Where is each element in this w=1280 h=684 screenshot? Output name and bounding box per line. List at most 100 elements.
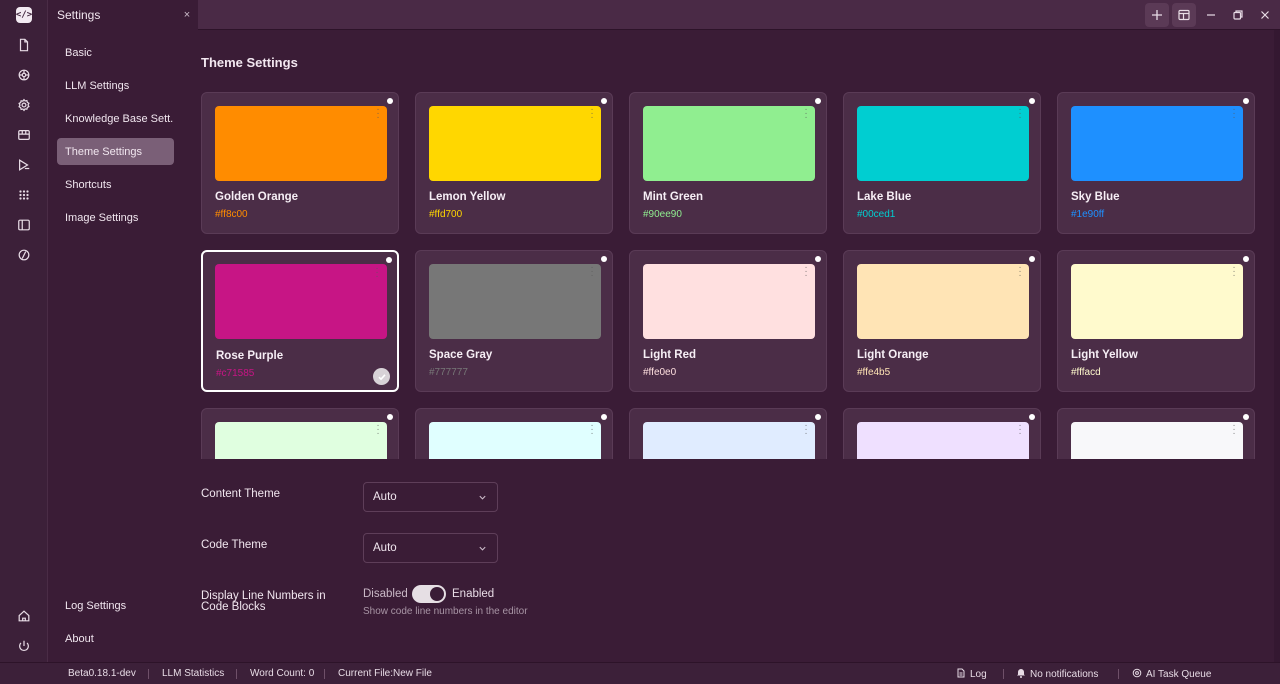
- theme-swatch: [1071, 106, 1243, 181]
- sidebar-item-basic[interactable]: Basic: [57, 39, 174, 66]
- tasks-icon[interactable]: [14, 155, 34, 175]
- theme-card[interactable]: · · ·: [1057, 408, 1255, 459]
- theme-name: Light Red: [643, 349, 697, 361]
- theme-swatch: [215, 106, 387, 181]
- theme-card[interactable]: · · ·: [629, 408, 827, 459]
- more-options-icon[interactable]: · · ·: [803, 263, 809, 281]
- theme-hex: #c71585: [216, 368, 255, 379]
- theme-card[interactable]: · · · Sky Blue #1e90ff: [1057, 92, 1255, 234]
- line-numbers-toggle[interactable]: [412, 585, 446, 603]
- status-divider: [148, 669, 149, 679]
- new-tab-button[interactable]: [1145, 3, 1169, 27]
- theme-card[interactable]: · · · Rose Purple #c71585: [201, 250, 399, 392]
- sidebar-item-image-settings[interactable]: Image Settings: [57, 204, 174, 231]
- sidebar-item-shortcuts[interactable]: Shortcuts: [57, 171, 174, 198]
- theme-name: Light Yellow: [1071, 349, 1138, 361]
- store-icon[interactable]: [14, 125, 34, 145]
- theme-card[interactable]: · · ·: [843, 408, 1041, 459]
- more-options-icon[interactable]: · · ·: [589, 421, 595, 439]
- log-button[interactable]: Log: [956, 668, 987, 680]
- close-window-icon: [1261, 11, 1269, 19]
- theme-card[interactable]: · · · Light Red #ffe0e0: [629, 250, 827, 392]
- status-dot-icon: [1243, 414, 1249, 420]
- sidebar-item-knowledge-base[interactable]: Knowledge Base Sett...: [57, 105, 174, 132]
- tab-title: Settings: [57, 8, 101, 22]
- status-divider: [1003, 669, 1004, 679]
- close-window-button[interactable]: [1253, 3, 1277, 27]
- theme-hex: #ff8c00: [215, 209, 248, 220]
- more-options-icon[interactable]: · · ·: [1231, 263, 1237, 281]
- theme-swatch: [857, 264, 1029, 339]
- layout-button[interactable]: [1172, 3, 1196, 27]
- status-divider: [1118, 669, 1119, 679]
- minimize-button[interactable]: [1199, 3, 1223, 27]
- sidebar-item-log-settings[interactable]: Log Settings: [57, 592, 174, 619]
- theme-grid: · · · Golden Orange #ff8c00 · · · Lemon Yellow #f…: [201, 92, 1261, 459]
- sidebar-item-llm-settings[interactable]: LLM Settings: [57, 72, 174, 99]
- theme-card[interactable]: · · · Golden Orange #ff8c00: [201, 92, 399, 234]
- power-icon[interactable]: [14, 636, 34, 656]
- ai-task-queue-button[interactable]: AI Task Queue: [1132, 668, 1211, 680]
- restore-button[interactable]: [1226, 3, 1250, 27]
- more-options-icon[interactable]: · · ·: [589, 105, 595, 123]
- apps-icon[interactable]: [14, 185, 34, 205]
- gear-icon[interactable]: [14, 95, 34, 115]
- sidebar-item-about[interactable]: About: [57, 625, 174, 652]
- theme-card[interactable]: · · · Light Orange #ffe4b5: [843, 250, 1041, 392]
- close-icon[interactable]: ×: [181, 9, 193, 21]
- theme-hex: #777777: [429, 367, 468, 378]
- theme-swatch: [1071, 422, 1243, 459]
- minimize-icon: [1207, 14, 1215, 16]
- status-dot-icon: [1243, 256, 1249, 262]
- sidebar-item-theme-settings[interactable]: Theme Settings: [57, 138, 174, 165]
- theme-card[interactable]: · · · Light Yellow #fffacd: [1057, 250, 1255, 392]
- theme-swatch: [1071, 264, 1243, 339]
- theme-card[interactable]: · · ·: [201, 408, 399, 459]
- more-options-icon[interactable]: · · ·: [375, 105, 381, 123]
- log-icon: [957, 668, 965, 678]
- more-options-icon[interactable]: · · ·: [803, 421, 809, 439]
- theme-card[interactable]: · · · Space Gray #777777: [415, 250, 613, 392]
- llm-statistics-button[interactable]: LLM Statistics: [162, 668, 224, 679]
- theme-card[interactable]: · · · Mint Green #90ee90: [629, 92, 827, 234]
- sidebar-icon[interactable]: [14, 215, 34, 235]
- theme-card[interactable]: · · · Lemon Yellow #ffd700: [415, 92, 613, 234]
- layout-icon: [1178, 9, 1190, 21]
- home-icon[interactable]: [14, 606, 34, 626]
- theme-name: Rose Purple: [216, 350, 284, 362]
- theme-swatch: [429, 106, 601, 181]
- status-dot-icon: [815, 98, 821, 104]
- theme-swatch: [215, 422, 387, 459]
- main-scrollbar[interactable]: [1274, 30, 1280, 662]
- tab-settings[interactable]: Settings ×: [48, 0, 198, 30]
- status-dot-icon: [387, 414, 393, 420]
- more-options-icon[interactable]: · · ·: [1231, 421, 1237, 439]
- theme-hex: #ffd700: [429, 209, 463, 220]
- theme-hex: #90ee90: [643, 209, 682, 220]
- theme-swatch: [643, 264, 815, 339]
- more-options-icon[interactable]: · · ·: [1017, 105, 1023, 123]
- app-logo-icon: </>: [16, 7, 32, 23]
- toggle-on-label: Enabled: [452, 588, 495, 600]
- theme-card[interactable]: · · · Lake Blue #00ced1: [843, 92, 1041, 234]
- notifications-button[interactable]: No notifications: [1016, 668, 1098, 680]
- more-options-icon[interactable]: · · ·: [1231, 105, 1237, 123]
- slash-icon[interactable]: [14, 245, 34, 265]
- more-options-icon[interactable]: · · ·: [589, 263, 595, 281]
- document-icon[interactable]: [14, 35, 34, 55]
- theme-swatch: [857, 106, 1029, 181]
- theme-name: Light Orange: [857, 349, 929, 361]
- more-options-icon[interactable]: · · ·: [1017, 421, 1023, 439]
- more-options-icon[interactable]: · · ·: [375, 421, 381, 439]
- more-options-icon[interactable]: · · ·: [803, 105, 809, 123]
- chevron-down-icon: [479, 546, 486, 551]
- ai-icon[interactable]: [14, 65, 34, 85]
- theme-swatch: [643, 422, 815, 459]
- theme-swatch: [429, 422, 601, 459]
- more-options-icon[interactable]: · · ·: [374, 264, 380, 282]
- theme-card[interactable]: · · ·: [415, 408, 613, 459]
- more-options-icon[interactable]: · · ·: [1017, 263, 1023, 281]
- code-theme-select[interactable]: Auto: [363, 533, 498, 563]
- status-divider: [324, 669, 325, 679]
- content-theme-select[interactable]: Auto: [363, 482, 498, 512]
